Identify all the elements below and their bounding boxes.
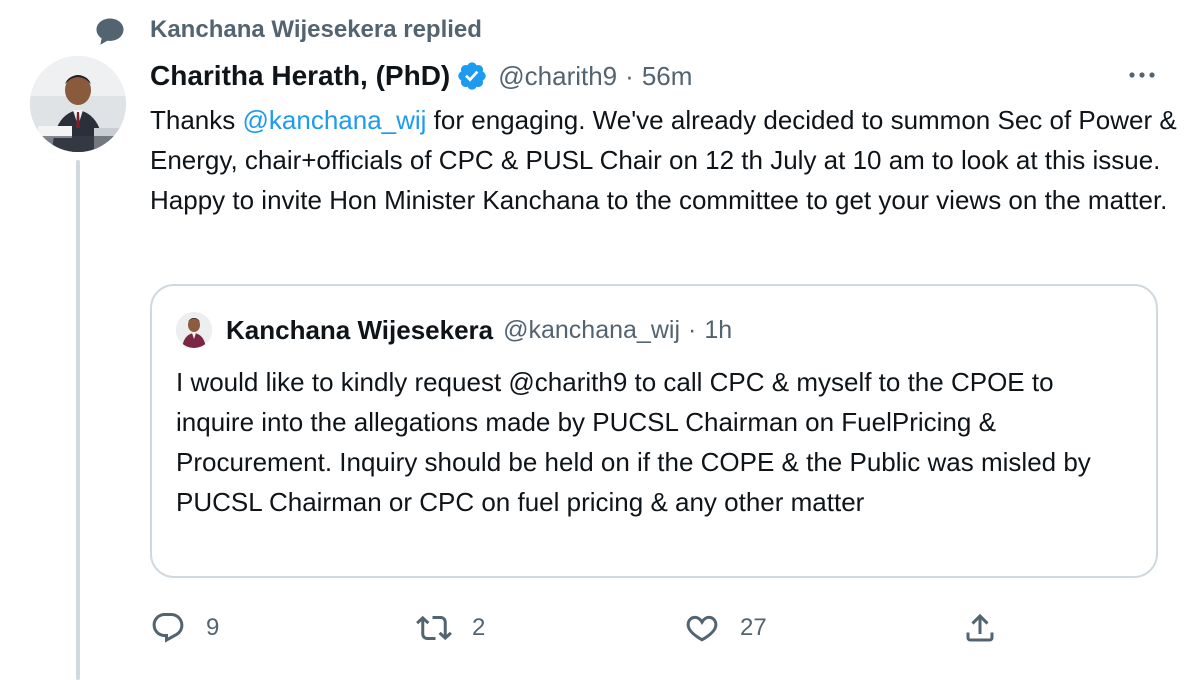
- quoted-author-avatar: [176, 312, 212, 348]
- retweet-count: 2: [472, 614, 486, 641]
- quoted-author-name[interactable]: Kanchana Wijesekera: [226, 315, 493, 346]
- reply-button[interactable]: 9: [150, 608, 219, 648]
- share-icon: [966, 613, 994, 642]
- author-handle[interactable]: @charith9: [498, 61, 617, 92]
- quoted-tweet[interactable]: Kanchana Wijesekera @kanchana_wij · 1h I…: [150, 284, 1158, 578]
- quoted-tweet-timestamp[interactable]: 1h: [704, 316, 732, 345]
- more-options-icon[interactable]: [1124, 62, 1160, 88]
- quoted-tweet-header: Kanchana Wijesekera @kanchana_wij · 1h: [176, 310, 732, 350]
- header-separator: ·: [625, 60, 634, 91]
- mention-link[interactable]: @kanchana_wij: [243, 105, 427, 135]
- tweet-card[interactable]: Kanchana Wijesekera replied Charitha Her…: [0, 0, 1190, 680]
- tweet-header: Charitha Herath, (PhD) @charith9 · 56m: [150, 56, 692, 96]
- like-button[interactable]: 27: [684, 608, 767, 648]
- tweet-text: Thanks @kanchana_wij for engaging. We've…: [150, 100, 1180, 220]
- retweet-icon: [416, 615, 452, 641]
- social-context-text[interactable]: Kanchana Wijesekera replied: [150, 14, 482, 46]
- reply-bubble-icon: [96, 18, 124, 45]
- reply-icon: [152, 613, 184, 643]
- heart-icon: [686, 615, 718, 642]
- author-name[interactable]: Charitha Herath, (PhD): [150, 60, 450, 92]
- quoted-header-separator: ·: [688, 315, 697, 344]
- thread-line: [76, 160, 80, 680]
- share-button[interactable]: [962, 608, 998, 648]
- reply-count: 9: [206, 614, 220, 641]
- tweet-text-part-1: Thanks: [150, 105, 243, 135]
- author-avatar-image: [30, 56, 126, 152]
- quoted-author-handle[interactable]: @kanchana_wij: [503, 316, 680, 345]
- author-avatar[interactable]: [30, 56, 126, 152]
- tweet-timestamp[interactable]: 56m: [642, 61, 693, 92]
- quoted-tweet-text: I would like to kindly request @charith9…: [176, 367, 1091, 517]
- retweet-button[interactable]: 2: [416, 608, 485, 648]
- quoted-avatar-image: [176, 312, 212, 348]
- verified-badge-icon: [458, 62, 486, 90]
- like-count: 27: [740, 614, 767, 641]
